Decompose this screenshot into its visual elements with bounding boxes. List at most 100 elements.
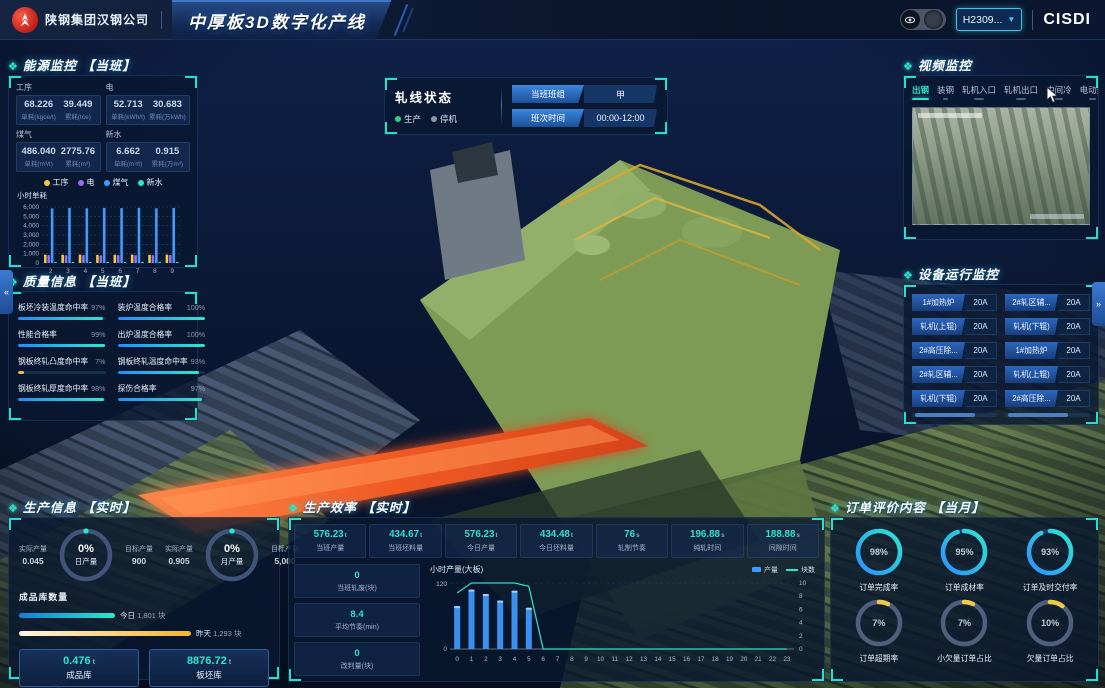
svg-text:5: 5 [527, 656, 531, 663]
camera-osd-timestamp [918, 113, 982, 118]
camera-feed[interactable] [912, 107, 1090, 225]
energy-stat-unit: 单耗(m³/t) [109, 158, 148, 168]
energy-group: 新水6.662单耗(m³/t)0.915累耗(万m³) [106, 129, 191, 172]
gauge-actual-label: 实际产量 [159, 544, 199, 554]
quality-metric-row: 钢板终轧温度命中率93% [118, 356, 206, 367]
quality-metric-row: 钢板终轧凸度命中率7% [18, 356, 106, 367]
quality-metric-row: 探伤合格率97% [118, 383, 206, 394]
efficiency-stat-value: 76s [598, 529, 666, 540]
gauge-percent: 0% [78, 543, 94, 555]
production-gauge-group: 实际产量0.0450%日产量目标产量900 [13, 526, 159, 584]
camera-tab-5[interactable]: 电动热 [1080, 84, 1098, 100]
svg-text:0: 0 [35, 260, 39, 267]
donut-ring: 93% [1024, 526, 1076, 578]
energy-group-name: 新水 [106, 129, 191, 140]
progress-fill [18, 317, 103, 320]
scrollbar-thumb[interactable] [1008, 413, 1068, 417]
store-unit: t [93, 659, 95, 666]
device-dropdown[interactable]: H2309... ▼ [956, 8, 1023, 31]
hour-chart-legend: 产量块数 [752, 565, 815, 575]
svg-text:22: 22 [769, 656, 777, 663]
quality-metric-label: 探伤合格率 [118, 383, 157, 394]
energy-group-name: 工序 [16, 82, 101, 93]
side-stat-label: 平均节奏(min) [335, 622, 379, 632]
toggle-knob [924, 10, 943, 29]
efficiency-stat-unit: t [420, 532, 422, 539]
equipment-label: 轧机(上辊) [912, 318, 965, 335]
side-stat-value: 8.4 [350, 609, 363, 620]
equipment-item[interactable]: 轧机(下辊)20A [912, 390, 997, 407]
equipment-item[interactable]: 2#轧区辅...20A [1005, 294, 1090, 311]
donut-ring: 10% [1024, 597, 1076, 649]
collapse-left-tab[interactable]: « [0, 270, 13, 314]
equipment-item[interactable]: 轧机(下辊)20A [1005, 318, 1090, 335]
line-status-value: 00:00-12:00 [584, 109, 657, 127]
svg-text:0: 0 [443, 646, 447, 653]
svg-text:4: 4 [799, 620, 803, 627]
energy-stat-unit: 累耗(tce) [58, 111, 97, 121]
progress-fill [18, 344, 105, 347]
svg-text:5,000: 5,000 [23, 213, 39, 220]
inventory-bar [19, 631, 191, 636]
gauge-actual: 实际产量0.045 [13, 544, 53, 566]
progress-track [18, 398, 106, 401]
svg-text:13: 13 [640, 656, 648, 663]
svg-text:11: 11 [612, 656, 619, 663]
line-swatch-icon [786, 569, 798, 571]
visibility-toggle[interactable] [900, 9, 946, 30]
equipment-item[interactable]: 2#高压除...20A [1005, 390, 1090, 407]
gauge-actual-value: 0.905 [159, 556, 199, 566]
equipment-item[interactable]: 轧机(上辊)20A [912, 318, 997, 335]
equipment-label: 轧机(上辊) [1005, 366, 1058, 383]
quality-metric-row: 钢板终轧厚度命中率98% [18, 383, 106, 394]
app-title-banner: 中厚板3D数字化产线 [172, 0, 392, 40]
svg-text:2: 2 [484, 656, 488, 663]
collapse-right-tab[interactable]: » [1092, 282, 1105, 326]
equipment-item[interactable]: 1#加热炉20A [1005, 342, 1090, 359]
scrollbar-thumb[interactable] [915, 413, 975, 417]
equipment-item[interactable]: 1#加热炉20A [912, 294, 997, 311]
camera-tab-3[interactable]: 轧机出口 [1004, 84, 1038, 100]
panel-video: ❖ 视频监控 出钢装钢轧机入口轧机出口中间冷电动热 [903, 55, 1099, 240]
energy-legend: 工序电煤气新水 [9, 177, 197, 188]
equipment-item[interactable]: 2#轧区辅...20A [912, 366, 997, 383]
eye-icon [901, 10, 920, 29]
donut-label: 订单及时交付率 [1023, 582, 1078, 593]
camera-tab-1[interactable]: 装钢 [937, 84, 954, 100]
equipment-item[interactable]: 轧机(上辊)20A [1005, 366, 1090, 383]
panel-line-status: 轧线状态 生产停机 当班班组甲班次时间00:00-12:00 [384, 77, 668, 135]
equipment-value: 20A [965, 318, 997, 335]
camera-tab-4[interactable]: 中间冷 [1046, 84, 1072, 100]
equipment-value: 20A [1058, 366, 1090, 383]
equipment-label: 2#高压除... [1005, 390, 1058, 407]
store-box[interactable]: 0.476t成品库 [19, 649, 139, 687]
energy-stat-unit: 单耗(m³/t) [19, 158, 58, 168]
store-box[interactable]: 8876.72t板坯库 [149, 649, 269, 687]
panel-quality: ❖ 质量信息 【当班】 板坯冷装温度命中率97%装炉温度合格率100%性能合格率… [8, 271, 198, 421]
efficiency-stat-value: 434.48t [522, 529, 590, 540]
camera-tab-0[interactable]: 出钢 [912, 84, 929, 100]
efficiency-stat: 434.67t当班坯料量 [369, 524, 441, 558]
svg-text:4: 4 [513, 656, 517, 663]
legend-item: 煤气 [104, 177, 129, 188]
donut-label: 欠量订单占比 [1027, 653, 1074, 664]
equipment-label: 1#加热炉 [1005, 342, 1058, 359]
scrollbar[interactable] [1005, 413, 1090, 417]
camera-tab-2[interactable]: 轧机入口 [962, 84, 996, 100]
chart-legend-item: 块数 [786, 565, 815, 575]
production-gauges: 实际产量0.0450%日产量目标产量900实际产量0.9050%月产量目标产量5… [9, 518, 279, 586]
efficiency-stat: 434.48t今日坯料量 [520, 524, 592, 558]
quality-metric-row: 性能合格率99% [18, 329, 106, 340]
equipment-item[interactable]: 2#高压除...20A [912, 342, 997, 359]
quality-metric-value: 97% [91, 303, 105, 312]
svg-text:1,000: 1,000 [23, 251, 39, 258]
donut-percent: 98% [853, 526, 905, 578]
energy-stat: 52.713单耗(kWh/t) [109, 99, 148, 121]
equipment-label: 轧机(下辊) [1005, 318, 1058, 335]
quality-metric-value: 100% [187, 303, 205, 312]
line-status-chip: 当班班组 [512, 85, 584, 103]
store-value: 0.476t [63, 655, 95, 667]
svg-text:17: 17 [697, 656, 705, 663]
equipment-value: 20A [965, 294, 997, 311]
scrollbar[interactable] [912, 413, 997, 417]
